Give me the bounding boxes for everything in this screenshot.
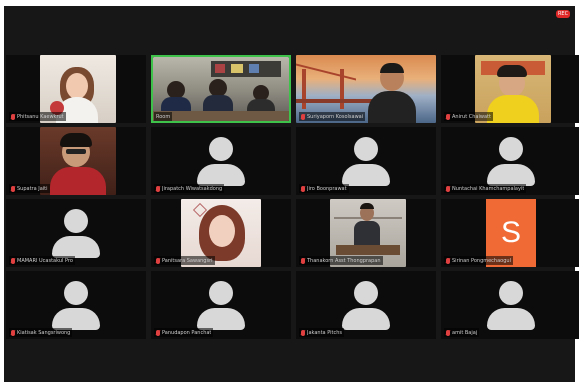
mic-muted-icon	[11, 257, 15, 264]
meeting-window: REC Phitsanu Kaewkrut Room Suriyaporn Ko…	[4, 6, 579, 382]
participant-name: Jiro Boonprawat	[307, 185, 347, 192]
mic-muted-icon	[446, 257, 450, 264]
participant-tile[interactable]: Thanakorn Asst Thongprapan	[296, 199, 436, 267]
mic-muted-icon	[446, 113, 450, 120]
participant-name: amit Bajaj	[452, 329, 478, 336]
avatar-placeholder-icon	[486, 137, 536, 189]
participant-name: Panitsara Sawangsri	[162, 257, 213, 264]
participant-nameplate: Room	[154, 112, 173, 121]
participant-name: Kiatisak Sangsriwong	[17, 329, 71, 336]
mic-muted-icon	[11, 329, 15, 336]
participant-video	[153, 57, 289, 121]
participant-tile[interactable]: Supatra Jaiti	[6, 127, 146, 195]
avatar-placeholder-icon	[486, 281, 536, 333]
participant-nameplate: Jirapatch Wiwatsakdong	[154, 184, 225, 193]
participant-nameplate: Thanakorn Asst Thongprapan	[299, 256, 383, 265]
participant-tile[interactable]: Jiro Boonprawat	[296, 127, 436, 195]
participant-name: Room	[156, 113, 171, 120]
participant-name: Phitsanu Kaewkrut	[17, 113, 64, 120]
participant-nameplate: Sirinan Pongmechaogul	[444, 256, 513, 265]
participant-nameplate: MAMARI Ucastakul Pro	[9, 256, 75, 265]
participant-tile[interactable]: Panitsara Sawangsri	[151, 199, 291, 267]
participant-name: Sirinan Pongmechaogul	[452, 257, 511, 264]
participant-name: Thanakorn Asst Thongprapan	[307, 257, 381, 264]
participant-nameplate: Panitsara Sawangsri	[154, 256, 215, 265]
mic-muted-icon	[301, 257, 305, 264]
participant-tile[interactable]: Anirut Chaiwatt	[441, 55, 579, 123]
avatar-placeholder-icon	[341, 137, 391, 189]
participant-tile[interactable]: Kiatisak Sangsriwong	[6, 271, 146, 339]
participant-nameplate: Suriyaporn Kosolsawai	[299, 112, 366, 121]
participant-tile[interactable]: Jakanta Pitchs	[296, 271, 436, 339]
participant-tile[interactable]: Suriyaporn Kosolsawai	[296, 55, 436, 123]
mic-muted-icon	[301, 185, 305, 192]
participant-name: Panudapon Panchat	[162, 329, 212, 336]
participant-name: Nuntachai Khamchampalayit	[452, 185, 525, 192]
participant-tile[interactable]: Nuntachai Khamchampalayit	[441, 127, 579, 195]
participant-name: Anirut Chaiwatt	[452, 113, 491, 120]
participant-name: Jirapatch Wiwatsakdong	[162, 185, 223, 192]
participant-nameplate: Jiro Boonprawat	[299, 184, 349, 193]
mic-muted-icon	[446, 329, 450, 336]
participant-tile[interactable]: MAMARI Ucastakul Pro	[6, 199, 146, 267]
participant-nameplate: Jakanta Pitchs	[299, 328, 344, 337]
participant-tile[interactable]: Phitsanu Kaewkrut	[6, 55, 146, 123]
participant-nameplate: Kiatisak Sangsriwong	[9, 328, 73, 337]
mic-muted-icon	[156, 329, 160, 336]
participant-nameplate: Nuntachai Khamchampalayit	[444, 184, 527, 193]
participant-nameplate: Panudapon Panchat	[154, 328, 214, 337]
participant-tile[interactable]: amit Bajaj	[441, 271, 579, 339]
participant-nameplate: Anirut Chaiwatt	[444, 112, 493, 121]
participant-name: Suriyaporn Kosolsawai	[307, 113, 364, 120]
mic-muted-icon	[301, 113, 305, 120]
avatar-placeholder-icon	[196, 281, 246, 333]
mic-muted-icon	[446, 185, 450, 192]
participant-tile[interactable]: Panudapon Panchat	[151, 271, 291, 339]
recording-badge: REC	[556, 10, 570, 18]
participant-name: MAMARI Ucastakul Pro	[17, 257, 73, 264]
participant-nameplate: amit Bajaj	[444, 328, 480, 337]
mic-muted-icon	[11, 113, 15, 120]
avatar-placeholder-icon	[196, 137, 246, 189]
mic-muted-icon	[156, 185, 160, 192]
participant-tile[interactable]: S Sirinan Pongmechaogul	[441, 199, 579, 267]
participant-nameplate: Supatra Jaiti	[9, 184, 50, 193]
participant-tile[interactable]: Jirapatch Wiwatsakdong	[151, 127, 291, 195]
mic-muted-icon	[156, 257, 160, 264]
participant-tile-active-speaker[interactable]: Room	[151, 55, 291, 123]
mic-muted-icon	[11, 185, 15, 192]
avatar-placeholder-icon	[51, 209, 101, 261]
avatar-placeholder-icon	[341, 281, 391, 333]
mic-muted-icon	[301, 329, 305, 336]
participant-name: Jakanta Pitchs	[307, 329, 342, 336]
participant-name: Supatra Jaiti	[17, 185, 48, 192]
avatar-placeholder-icon	[51, 281, 101, 333]
participant-video	[40, 127, 116, 195]
participant-nameplate: Phitsanu Kaewkrut	[9, 112, 66, 121]
